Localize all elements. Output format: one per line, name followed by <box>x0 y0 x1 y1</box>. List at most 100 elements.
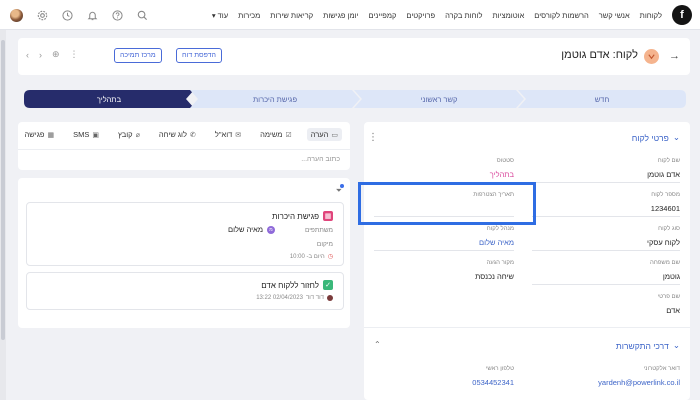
owner-label: מנהל לקוח <box>486 226 514 232</box>
field-divider <box>532 182 680 183</box>
gear-icon[interactable] <box>37 10 48 21</box>
author-avatar <box>327 295 333 301</box>
tab-task[interactable]: ☑ משימה <box>256 128 296 141</box>
pipeline-stage-in-progress[interactable]: בתהליך <box>24 90 194 108</box>
nav-item-sales[interactable]: מכירות <box>238 11 260 20</box>
activity-composer: ▭ הערה ☑ משימה ✉ דוא"ל ✆ לוג שיחה ⌀ קובץ ▣ SMS… <box>18 122 350 170</box>
main-nav: לקוחות אנשי קשר הרשמות לקורסים אוטומציות… <box>212 0 662 30</box>
chevron-left-icon[interactable]: ‹ <box>26 50 29 60</box>
note-input[interactable]: כתוב הערה... <box>18 149 350 163</box>
field-divider <box>532 250 680 251</box>
chevron-down-icon: ⌄ <box>672 132 680 142</box>
mail-icon: ✉ <box>235 131 242 139</box>
user-avatar[interactable] <box>10 8 23 22</box>
print-report-button[interactable]: הדפסת דוח <box>176 48 222 63</box>
meeting-card[interactable]: ▦ פגישת היכרות משתתפים מ מאיה שלום מיקום… <box>26 202 344 266</box>
nav-item-meetings-calendar[interactable]: יומן פגישות <box>323 11 358 20</box>
nav-item-dashboards[interactable]: לוחות בקרה <box>445 11 482 20</box>
tab-email[interactable]: ✉ דוא"ל <box>211 128 245 141</box>
location-label: מיקום <box>316 241 333 248</box>
tab-call-log[interactable]: ✆ לוג שיחה <box>155 128 200 141</box>
phone-icon: ✆ <box>189 131 196 139</box>
customer-type-label: סוג לקוח <box>658 226 680 232</box>
help-icon[interactable] <box>112 9 123 21</box>
arrow-right-icon[interactable]: → <box>668 50 680 62</box>
section-divider <box>364 327 690 328</box>
pipeline-stage-new[interactable]: חדש <box>518 90 686 108</box>
more-vertical-icon[interactable]: ⋮ <box>70 49 79 60</box>
app-logo[interactable]: f <box>672 5 692 25</box>
more-vertical-icon[interactable]: ⋮ <box>368 132 378 143</box>
source-label: מקור הגעה <box>486 260 514 266</box>
task-card[interactable]: ✓ לחזור ללקוח אדם דוד דוד 02/04/2023 13:… <box>26 272 344 310</box>
note-icon: ▭ <box>331 131 338 139</box>
task-meta: דוד דוד 02/04/2023 13:22 <box>256 295 333 301</box>
nav-more-label: עוד <box>217 10 229 20</box>
record-header: → לקוח: אדם גוטמן הדפסת דוח מרכז תמיכה ‹… <box>18 38 690 75</box>
meeting-time: ◷ היום ב- 10:00 <box>289 253 333 261</box>
status-pipeline: בתהליך פגישת היכרות קשר ראשוני חדש <box>24 90 686 108</box>
customer-name-value[interactable]: אדם גוטמן <box>647 170 680 179</box>
customer-name-label: שם לקוח <box>657 158 680 164</box>
search-icon[interactable] <box>137 10 148 21</box>
bell-icon[interactable] <box>87 10 98 21</box>
participants-label: משתתפים <box>304 227 333 234</box>
activity-tabs: ▭ הערה ☑ משימה ✉ דוא"ל ✆ לוג שיחה ⌀ קובץ ▣ SMS… <box>21 128 342 141</box>
phone-label: טלפון ראשי <box>485 366 514 372</box>
nav-item-automations[interactable]: אוטומציות <box>492 11 524 20</box>
highlight-box <box>358 182 536 225</box>
paperclip-icon: ⌀ <box>135 131 140 139</box>
page-scrollbar[interactable] <box>0 30 6 400</box>
nav-item-course-registrations[interactable]: הרשמות לקורסים <box>534 11 588 20</box>
task-title: ✓ לחזור ללקוח אדם <box>261 280 333 290</box>
header-icons: ‹ › ⊕ ⋮ <box>26 49 79 60</box>
customer-number-value[interactable]: 1234601 <box>651 204 680 213</box>
chevron-down-icon: ▾ <box>211 10 216 20</box>
nav-item-projects[interactable]: פרויקטים <box>406 11 435 20</box>
owner-value[interactable]: מאיה שלום <box>479 238 514 247</box>
customer-number-label: מספר לקוח <box>651 192 680 198</box>
customer-details-section-header[interactable]: ⌄ פרטי לקוח <box>632 132 680 143</box>
email-value[interactable]: yardenh@powerlink.co.il <box>598 378 680 387</box>
field-divider <box>532 216 680 217</box>
email-label: דואר אלקטרוני <box>643 366 680 372</box>
first-name-value[interactable]: אדם <box>666 306 680 315</box>
tab-file[interactable]: ⌀ קובץ <box>114 128 144 141</box>
add-circle-icon[interactable]: ⊕ <box>52 49 60 60</box>
checkbox-checked-icon[interactable]: ✓ <box>323 280 333 290</box>
chevron-right-icon[interactable]: › <box>39 50 42 60</box>
clock-icon[interactable] <box>62 9 73 21</box>
nav-item-campaigns[interactable]: קמפיינים <box>369 11 397 20</box>
top-nav-bar: f לקוחות אנשי קשר הרשמות לקורסים אוטומצי… <box>0 0 700 30</box>
nav-more-menu[interactable]: עוד ▾ <box>212 11 228 20</box>
clock-icon: ◷ <box>327 254 333 260</box>
phone-value[interactable]: 0534452341 <box>472 378 514 387</box>
filter-active-dot <box>340 184 344 188</box>
page-title: לקוח: אדם גוטמן <box>561 49 638 61</box>
support-center-button[interactable]: מרכז תמיכה <box>114 48 162 63</box>
nav-item-service-calls[interactable]: קריאות שירות <box>270 11 313 20</box>
source-value[interactable]: שיחה נכנסת <box>475 272 514 281</box>
tab-meeting[interactable]: ▦ פגישה <box>21 128 59 141</box>
calendar-icon: ▦ <box>323 211 333 221</box>
contact-section-header[interactable]: ⌄ דרכי התקשרות <box>616 340 680 351</box>
calendar-icon: ▦ <box>47 131 55 139</box>
customer-details-panel: ⋮ ⌄ פרטי לקוח שם לקוח אדם גוטמן מספר לקו… <box>364 122 690 400</box>
status-value[interactable]: בתהליך <box>490 170 514 179</box>
participant[interactable]: מ מאיה שלום <box>228 225 275 234</box>
nav-item-contacts[interactable]: אנשי קשר <box>599 11 630 20</box>
pipeline-stage-intro-meeting[interactable]: פגישת היכרות <box>190 90 360 108</box>
pipeline-stage-first-contact[interactable]: קשר ראשוני <box>354 90 524 108</box>
nav-item-customers[interactable]: לקוחות <box>640 11 662 20</box>
participant-avatar: מ <box>267 225 275 234</box>
scrollbar-thumb[interactable] <box>1 40 5 340</box>
chevron-up-icon[interactable]: ⌃ <box>374 340 381 349</box>
tab-sms[interactable]: ▣ SMS <box>69 128 103 141</box>
activity-feed: ⏷ ▦ פגישת היכרות משתתפים מ מאיה שלום מיק… <box>18 178 350 328</box>
field-divider <box>532 284 680 285</box>
customer-type-value[interactable]: לקוח עסקי <box>647 238 680 247</box>
tab-note[interactable]: ▭ הערה <box>306 128 342 141</box>
last-name-value[interactable]: גוטמן <box>663 272 680 281</box>
task-icon: ☑ <box>285 131 292 139</box>
last-name-label: שם משפחה <box>650 260 680 266</box>
